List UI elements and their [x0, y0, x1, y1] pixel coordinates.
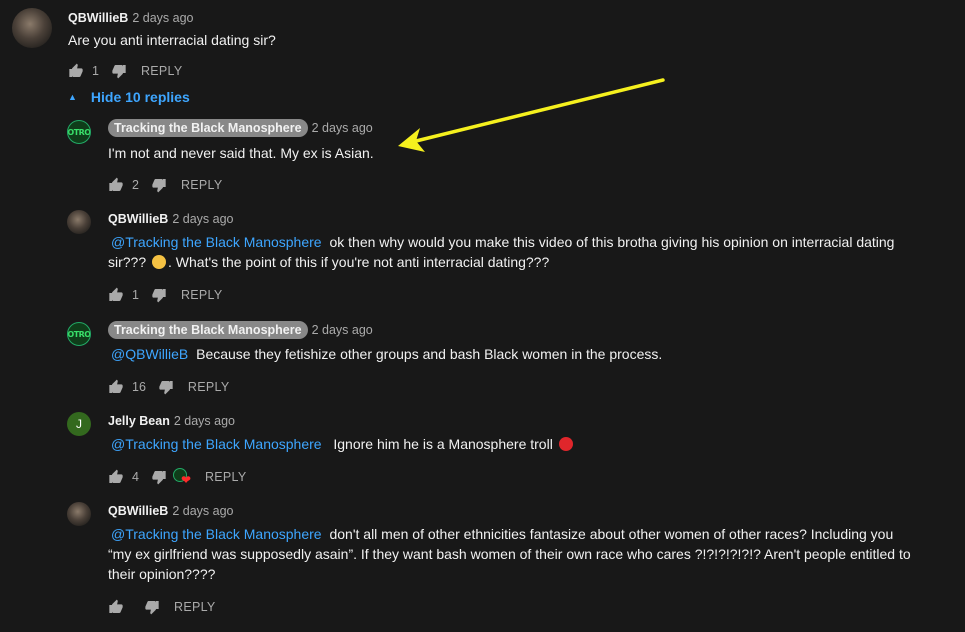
thumbs-down-icon[interactable] — [151, 469, 167, 485]
hide-replies-button[interactable]: ▲ Hide 10 replies — [68, 89, 190, 105]
chevron-up-icon: ▲ — [68, 92, 77, 102]
reply-button[interactable]: REPLY — [181, 178, 223, 192]
sad-face-emoji-icon — [152, 255, 167, 269]
reply-button[interactable]: REPLY — [188, 380, 230, 394]
thumbs-down-icon[interactable] — [144, 599, 160, 615]
comment-header: Tracking the Black Manosphere 2 days ago — [108, 321, 373, 339]
thumbs-up-icon[interactable] — [108, 379, 124, 395]
comment-text-line: sir??? — [108, 254, 151, 270]
reply-button[interactable]: REPLY — [141, 64, 183, 78]
thumbs-up-icon[interactable] — [68, 63, 84, 79]
comment-actions: 1 REPLY — [68, 61, 183, 81]
timestamp[interactable]: 2 days ago — [312, 323, 373, 337]
like-count: 2 — [132, 178, 139, 192]
mention-link[interactable]: @Tracking the Black Manosphere — [111, 234, 322, 250]
thumbs-down-icon[interactable] — [158, 379, 174, 395]
avatar[interactable] — [67, 210, 91, 234]
comment-text-line: Because they fetishize other groups and … — [196, 346, 663, 362]
reply-button[interactable]: REPLY — [174, 600, 216, 614]
comment-header: QBWillieB 2 days ago — [68, 11, 193, 25]
like-count: 16 — [132, 380, 146, 394]
comment-text: Are you anti interracial dating sir? — [68, 32, 276, 48]
reply-button[interactable]: REPLY — [181, 288, 223, 302]
heart-icon: ❤ — [180, 473, 192, 487]
comment-header: Tracking the Black Manosphere 2 days ago — [108, 119, 373, 137]
angry-devil-emoji-icon — [558, 437, 573, 451]
avatar[interactable] — [12, 8, 52, 48]
mention-link[interactable]: @QBWillieB — [111, 346, 188, 362]
author-name[interactable]: QBWillieB — [108, 212, 168, 226]
thumbs-up-icon[interactable] — [108, 177, 124, 193]
mention-link[interactable]: @Tracking the Black Manosphere — [111, 436, 322, 452]
comment-text: @QBWillieB Because they fetishize other … — [108, 344, 662, 364]
comment-header: Jelly Bean 2 days ago — [108, 414, 235, 428]
thumbs-up-icon[interactable] — [108, 287, 124, 303]
thumbs-down-icon[interactable] — [151, 287, 167, 303]
author-name[interactable]: QBWillieB — [108, 504, 168, 518]
comment-actions: 4 ❤ REPLY — [108, 467, 247, 487]
thumbs-down-icon[interactable] — [111, 63, 127, 79]
reply-button[interactable]: REPLY — [205, 470, 247, 484]
comment-header: QBWillieB 2 days ago — [108, 212, 233, 226]
comment-text-line: . What's the point of this if you're not… — [168, 254, 550, 270]
comment-text: @Tracking the Black Manosphere don't all… — [108, 524, 953, 584]
creator-author-badge[interactable]: Tracking the Black Manosphere — [108, 321, 308, 339]
creator-heart-icon: ❤ — [172, 468, 192, 487]
like-count: 4 — [132, 470, 139, 484]
thumbs-down-icon[interactable] — [151, 177, 167, 193]
timestamp[interactable]: 2 days ago — [172, 504, 233, 518]
comment-actions: 2 REPLY — [108, 175, 223, 195]
author-name[interactable]: QBWillieB — [68, 11, 128, 25]
timestamp[interactable]: 2 days ago — [312, 121, 373, 135]
thumbs-up-icon[interactable] — [108, 599, 124, 615]
comment-actions: 1 REPLY — [108, 285, 223, 305]
timestamp[interactable]: 2 days ago — [132, 11, 193, 25]
comment-text-line: “my ex girlfriend was supposedly asain”.… — [108, 546, 911, 562]
avatar[interactable]: J — [67, 412, 91, 436]
comment-text-line: ok then why would you make this video of… — [329, 234, 895, 250]
comment-actions: 16 REPLY — [108, 377, 229, 397]
comment-text-line: don't all men of other ethnicities fanta… — [329, 526, 894, 542]
comment-text-line: their opinion???? — [108, 566, 216, 582]
creator-author-badge[interactable]: Tracking the Black Manosphere — [108, 119, 308, 137]
comment-header: QBWillieB 2 days ago — [108, 504, 233, 518]
timestamp[interactable]: 2 days ago — [174, 414, 235, 428]
author-name[interactable]: Jelly Bean — [108, 414, 170, 428]
avatar[interactable] — [67, 502, 91, 526]
timestamp[interactable]: 2 days ago — [172, 212, 233, 226]
comment-text: @Tracking the Black Manosphere ok then w… — [108, 232, 948, 272]
comment-text-line: Ignore him he is a Manosphere troll — [333, 436, 553, 452]
comment-text: I'm not and never said that. My ex is As… — [108, 145, 374, 161]
like-count: 1 — [92, 64, 99, 78]
mention-link[interactable]: @Tracking the Black Manosphere — [111, 526, 322, 542]
avatar[interactable]: OTRO — [67, 322, 91, 346]
like-count: 1 — [132, 288, 139, 302]
hide-replies-label: Hide 10 replies — [90, 89, 190, 105]
comment-actions: REPLY — [108, 597, 216, 617]
thumbs-up-icon[interactable] — [108, 469, 124, 485]
avatar[interactable]: OTRO — [67, 120, 91, 144]
comment-text: @Tracking the Black Manosphere Ignore hi… — [108, 434, 575, 454]
